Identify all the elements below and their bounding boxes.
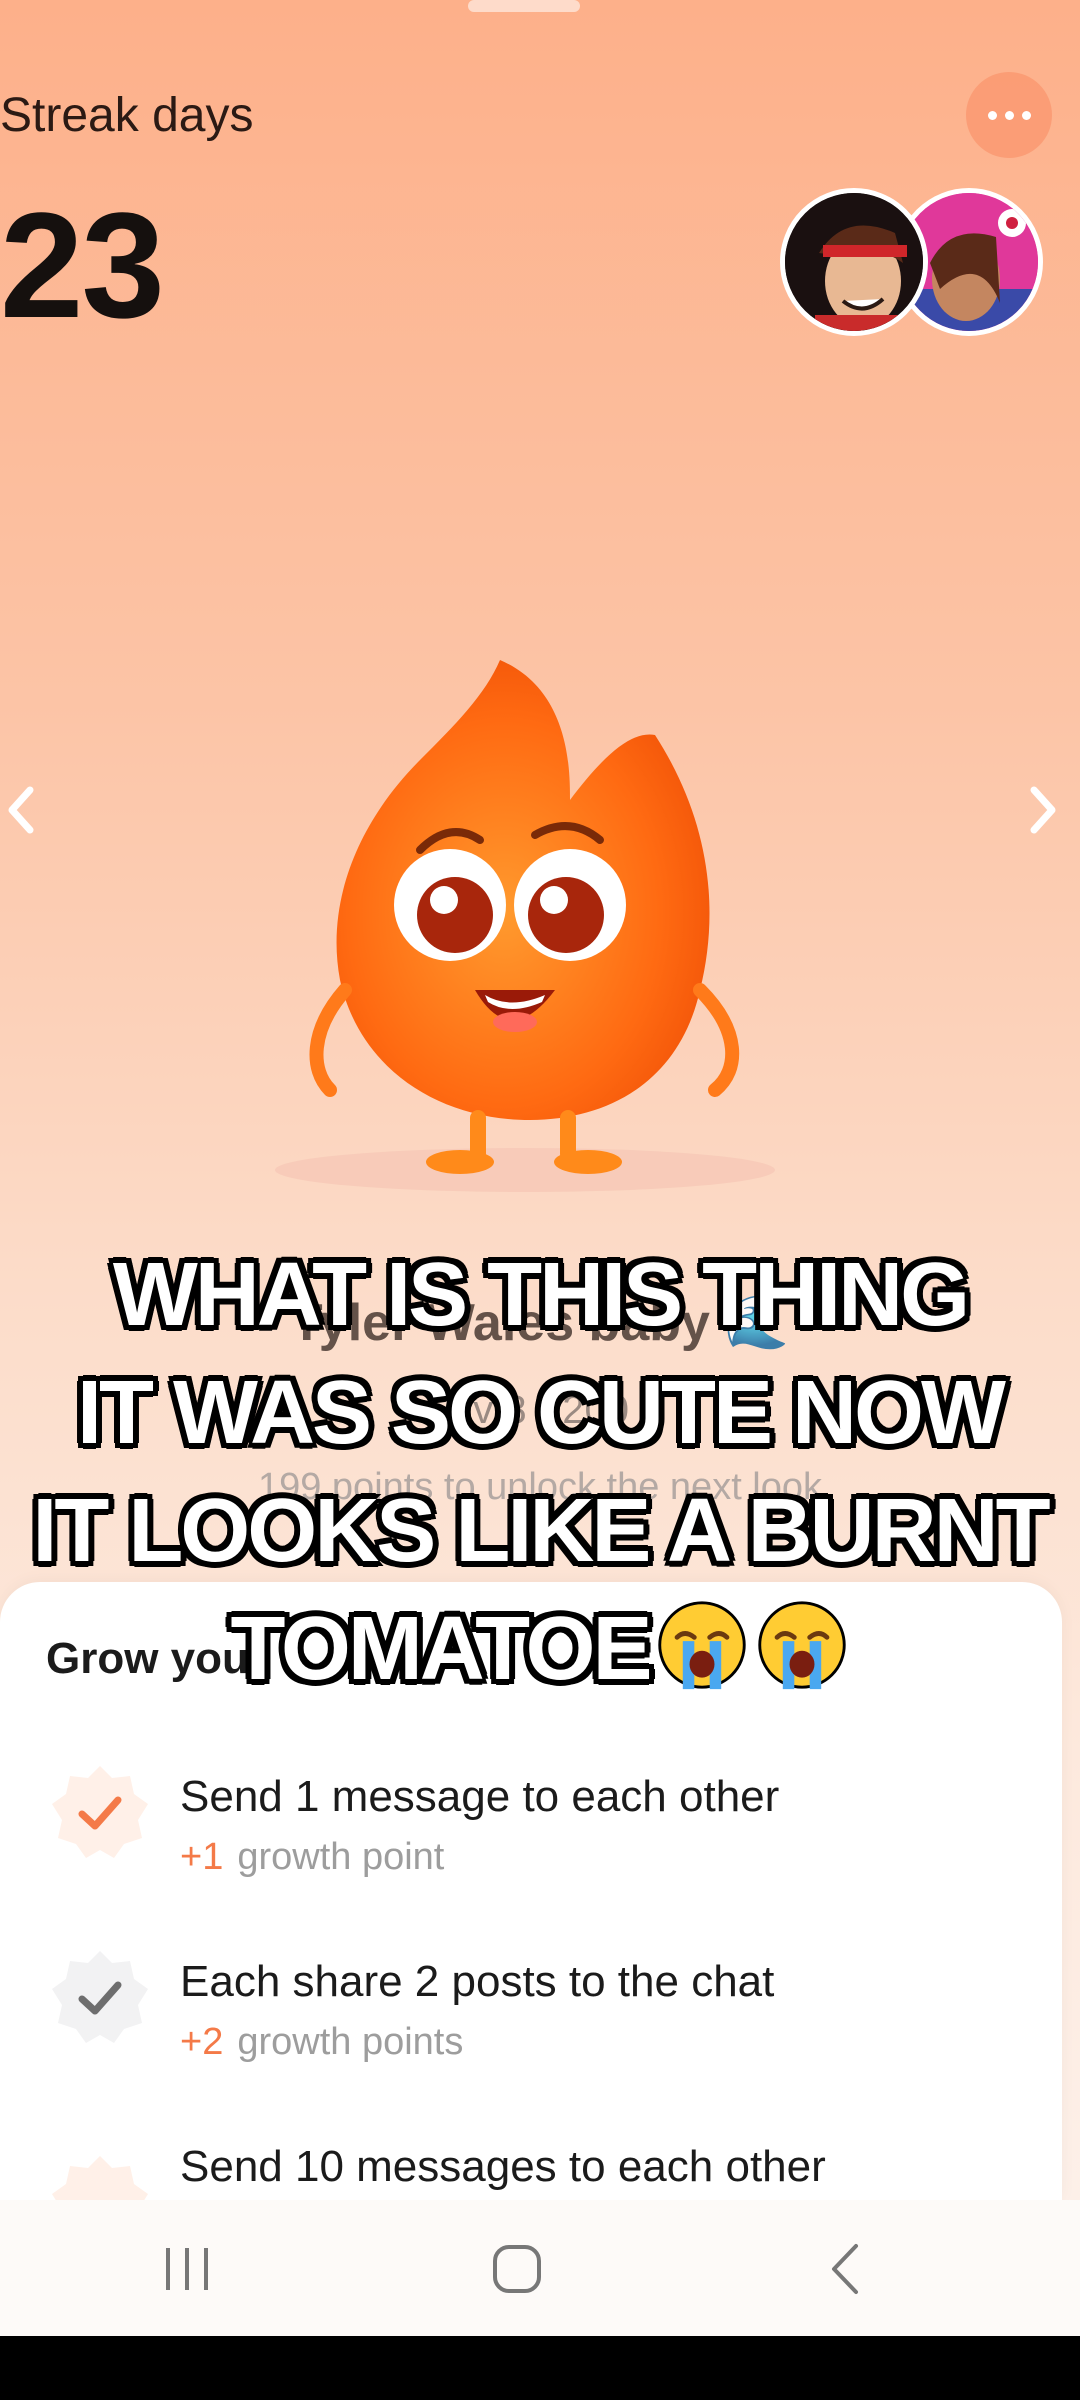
task-points: +1 growth point xyxy=(180,1836,444,1879)
system-nav-bar xyxy=(0,2200,1080,2336)
caption-line-last: TOMATOE xyxy=(0,1590,1080,1708)
streak-screen: Streak days 23 Tyler Wales baby 🌊 Lv 8 ·… xyxy=(0,0,1080,2336)
caption-line: IT WAS SO CUTE NOW xyxy=(77,1363,1006,1463)
task-points-label: growth point xyxy=(237,1836,445,1878)
task-points-plus: +2 xyxy=(180,2021,224,2063)
task-points-plus: +1 xyxy=(180,1836,224,1878)
check-badge-icon xyxy=(52,1951,148,2043)
caption-line-text: TOMATOE xyxy=(230,1599,652,1699)
drag-handle[interactable] xyxy=(468,0,580,12)
more-options-button[interactable] xyxy=(966,72,1052,158)
loudly-crying-face-emoji xyxy=(757,1601,846,1690)
caption-line: WHAT IS THIS THING xyxy=(112,1245,970,1345)
task-points: +2 growth points xyxy=(180,2021,463,2064)
recents-icon[interactable] xyxy=(152,2234,222,2304)
chevron-left-icon[interactable] xyxy=(0,770,44,850)
avatar-user-1[interactable] xyxy=(780,188,928,336)
more-options-dot xyxy=(1021,110,1031,120)
flame-mascot[interactable] xyxy=(270,650,790,1210)
loudly-crying-face-emoji xyxy=(657,1601,746,1690)
streak-label: Streak days xyxy=(0,89,254,142)
overlay-caption: WHAT IS THIS THING IT WAS SO CUTE NOW IT… xyxy=(0,1236,1080,1708)
back-icon[interactable] xyxy=(812,2234,882,2304)
streak-count: 23 xyxy=(0,181,165,349)
caption-line: IT LOOKS LIKE A BURNT xyxy=(32,1481,1050,1581)
task-title: Send 10 messages to each other xyxy=(180,2142,826,2191)
task-points-label: growth points xyxy=(237,2021,464,2063)
check-badge-icon xyxy=(52,1766,148,1858)
task-title: Send 1 message to each other xyxy=(180,1772,780,1821)
chevron-right-icon[interactable] xyxy=(1020,770,1064,850)
more-options-icon xyxy=(987,110,997,120)
task-title: Each share 2 posts to the chat xyxy=(180,1957,775,2006)
avatar-1-image xyxy=(785,193,923,331)
more-options-dot xyxy=(1004,110,1014,120)
home-icon[interactable] xyxy=(482,2234,552,2304)
bottom-bar xyxy=(0,2336,1080,2400)
